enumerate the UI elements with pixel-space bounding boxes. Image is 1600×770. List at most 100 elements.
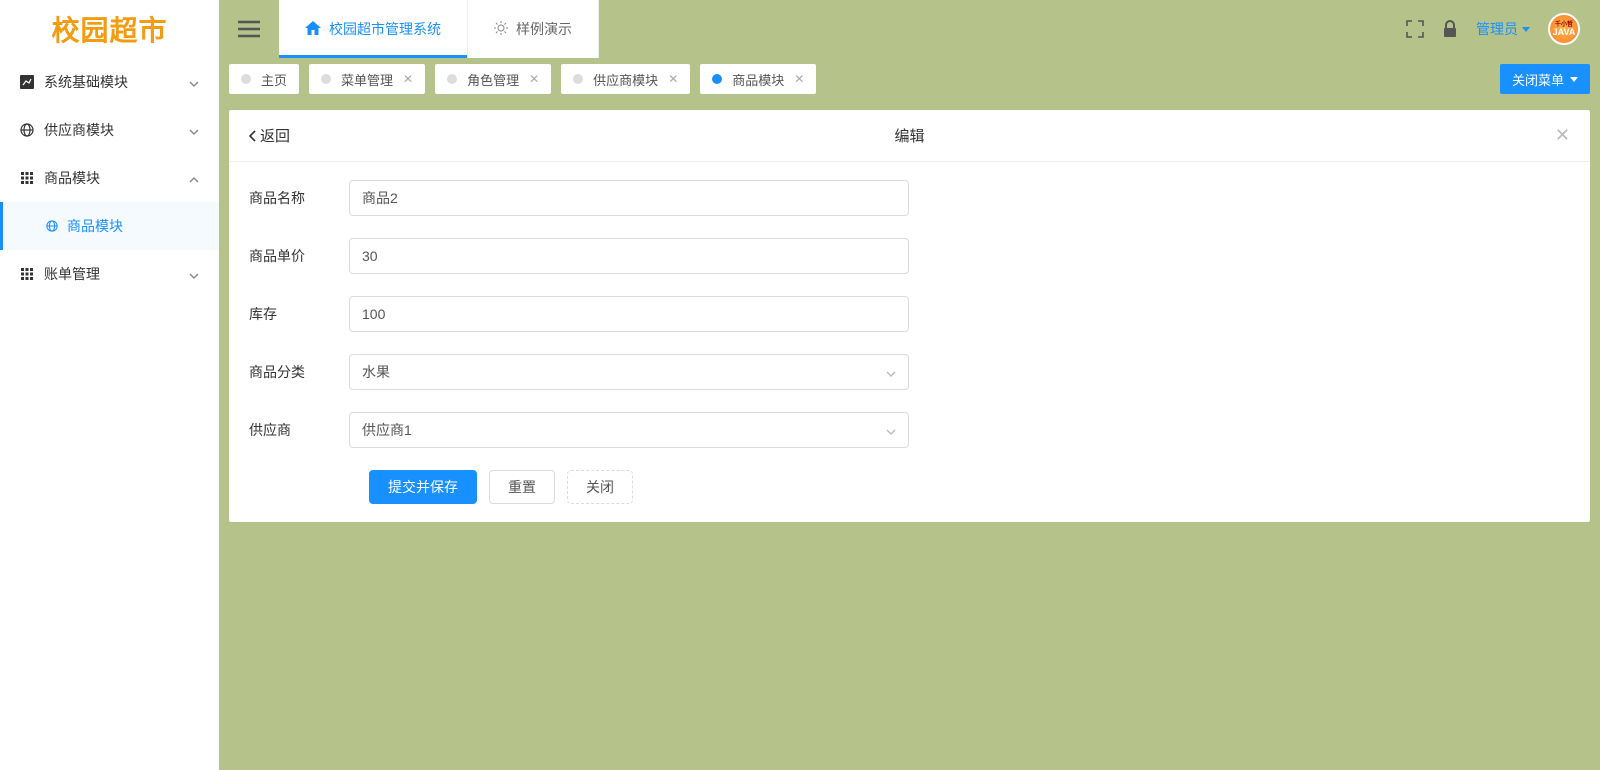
page-tab-supplier[interactable]: 供应商模块 ✕	[561, 64, 690, 94]
form-row-supplier: 供应商 供应商1	[229, 412, 1590, 448]
chevron-down-icon	[189, 266, 199, 282]
user-name: 管理员	[1476, 19, 1518, 39]
grid-icon	[20, 171, 34, 185]
page-tab-role-mgmt[interactable]: 角色管理 ✕	[435, 64, 551, 94]
menu-toggle-button[interactable]	[219, 0, 279, 58]
fullscreen-icon	[1406, 20, 1424, 38]
category-value: 水果	[362, 362, 390, 382]
lock-button[interactable]	[1442, 20, 1458, 38]
page-tab-label: 供应商模块	[593, 70, 658, 89]
edit-form: 商品名称 商品单价 库存	[229, 162, 1590, 522]
supplier-value: 供应商1	[362, 420, 412, 440]
form-row-category: 商品分类 水果	[229, 354, 1590, 390]
main-area: 主页 菜单管理 ✕ 角色管理 ✕ 供应商模块 ✕ 商品模块 ✕	[219, 58, 1600, 770]
layout: 系统基础模块 供应商模块 商品模块	[0, 58, 1600, 770]
page-tab-label: 角色管理	[467, 70, 519, 89]
close-button[interactable]: 关闭	[567, 470, 633, 504]
tab-system[interactable]: 校园超市管理系统	[279, 0, 468, 58]
dot-icon	[447, 74, 457, 84]
user-menu[interactable]: 管理员	[1476, 19, 1530, 39]
dashboard-icon	[20, 75, 34, 89]
content: 返回 编辑 ✕ 商品名称 商品单价	[219, 100, 1600, 770]
page-tab-home[interactable]: 主页	[229, 64, 299, 94]
caret-down-icon	[1522, 27, 1530, 32]
close-icon[interactable]: ✕	[668, 72, 678, 86]
grid-icon	[20, 267, 34, 281]
sidebar-item-label: 账单管理	[44, 264, 100, 284]
page-tabs-bar: 主页 菜单管理 ✕ 角色管理 ✕ 供应商模块 ✕ 商品模块 ✕	[219, 58, 1600, 100]
supplier-select[interactable]: 供应商1	[349, 412, 909, 448]
form-row-name: 商品名称	[229, 180, 1590, 216]
logo-text: 校园超市	[51, 9, 167, 49]
reset-button[interactable]: 重置	[489, 470, 555, 504]
close-icon[interactable]: ✕	[403, 72, 413, 86]
sidebar-item-label: 系统基础模块	[44, 72, 128, 92]
price-label: 商品单价	[229, 246, 349, 266]
sidebar-item-product[interactable]: 商品模块	[0, 154, 219, 202]
page-tab-menu-mgmt[interactable]: 菜单管理 ✕	[309, 64, 425, 94]
chevron-up-icon	[189, 170, 199, 186]
sidebar-item-supplier[interactable]: 供应商模块	[0, 106, 219, 154]
price-input[interactable]	[349, 238, 909, 274]
supplier-label: 供应商	[229, 420, 349, 440]
panel-close-button[interactable]: ✕	[1555, 125, 1570, 146]
stock-label: 库存	[229, 304, 349, 324]
caret-down-icon	[1570, 77, 1578, 82]
chevron-down-icon	[886, 422, 896, 438]
header: 校园超市 校园超市管理系统 样例演示 管理员 千小哲	[0, 0, 1600, 58]
dot-icon	[712, 74, 722, 84]
category-select[interactable]: 水果	[349, 354, 909, 390]
sidebar-item-label: 商品模块	[44, 168, 100, 188]
name-label: 商品名称	[229, 188, 349, 208]
chevron-down-icon	[189, 122, 199, 138]
sidebar-item-label: 供应商模块	[44, 120, 114, 140]
tab-demo[interactable]: 样例演示	[468, 0, 599, 58]
edit-card: 返回 编辑 ✕ 商品名称 商品单价	[229, 110, 1590, 522]
dot-icon	[241, 74, 251, 84]
category-label: 商品分类	[229, 362, 349, 382]
submit-button[interactable]: 提交并保存	[369, 470, 477, 504]
lock-icon	[1442, 20, 1458, 38]
form-row-price: 商品单价	[229, 238, 1590, 274]
name-input[interactable]	[349, 180, 909, 216]
panel-title: 编辑	[894, 125, 924, 146]
close-label: 关闭	[586, 477, 614, 497]
sidebar-item-bill[interactable]: 账单管理	[0, 250, 219, 298]
top-tabs: 校园超市管理系统 样例演示	[279, 0, 1386, 58]
close-menu-label: 关闭菜单	[1512, 70, 1564, 89]
sidebar: 系统基础模块 供应商模块 商品模块	[0, 58, 219, 770]
globe-icon	[45, 219, 59, 233]
sidebar-item-system-base[interactable]: 系统基础模块	[0, 58, 219, 106]
chevron-down-icon	[886, 364, 896, 380]
sidebar-sub-product[interactable]: 商品模块	[0, 202, 219, 250]
page-tab-label: 商品模块	[732, 70, 784, 89]
dot-icon	[573, 74, 583, 84]
card-header: 返回 编辑 ✕	[229, 110, 1590, 162]
fullscreen-button[interactable]	[1406, 20, 1424, 38]
logo: 校园超市	[0, 0, 219, 58]
sun-icon	[494, 21, 508, 38]
hamburger-icon	[238, 20, 260, 38]
form-actions: 提交并保存 重置 关闭	[249, 470, 1590, 504]
close-menu-button[interactable]: 关闭菜单	[1500, 64, 1590, 94]
reset-label: 重置	[508, 477, 536, 497]
close-icon[interactable]: ✕	[794, 72, 804, 86]
page-tab-label: 菜单管理	[341, 70, 393, 89]
tab-label: 样例演示	[516, 19, 572, 39]
form-row-stock: 库存	[229, 296, 1590, 332]
chevron-down-icon	[189, 74, 199, 90]
dot-icon	[321, 74, 331, 84]
stock-input[interactable]	[349, 296, 909, 332]
back-button[interactable]: 返回	[249, 125, 290, 146]
close-icon[interactable]: ✕	[529, 72, 539, 86]
globe-icon	[20, 123, 34, 137]
page-tab-product[interactable]: 商品模块 ✕	[700, 64, 816, 94]
tab-label: 校园超市管理系统	[329, 19, 441, 39]
avatar[interactable]: 千小哲 JAVA	[1548, 13, 1580, 45]
back-label: 返回	[260, 125, 290, 146]
header-right: 管理员 千小哲 JAVA	[1386, 0, 1600, 58]
page-tab-label: 主页	[261, 70, 287, 89]
submit-label: 提交并保存	[388, 477, 458, 497]
sidebar-sub-label: 商品模块	[67, 216, 123, 236]
chevron-left-icon	[249, 130, 256, 142]
